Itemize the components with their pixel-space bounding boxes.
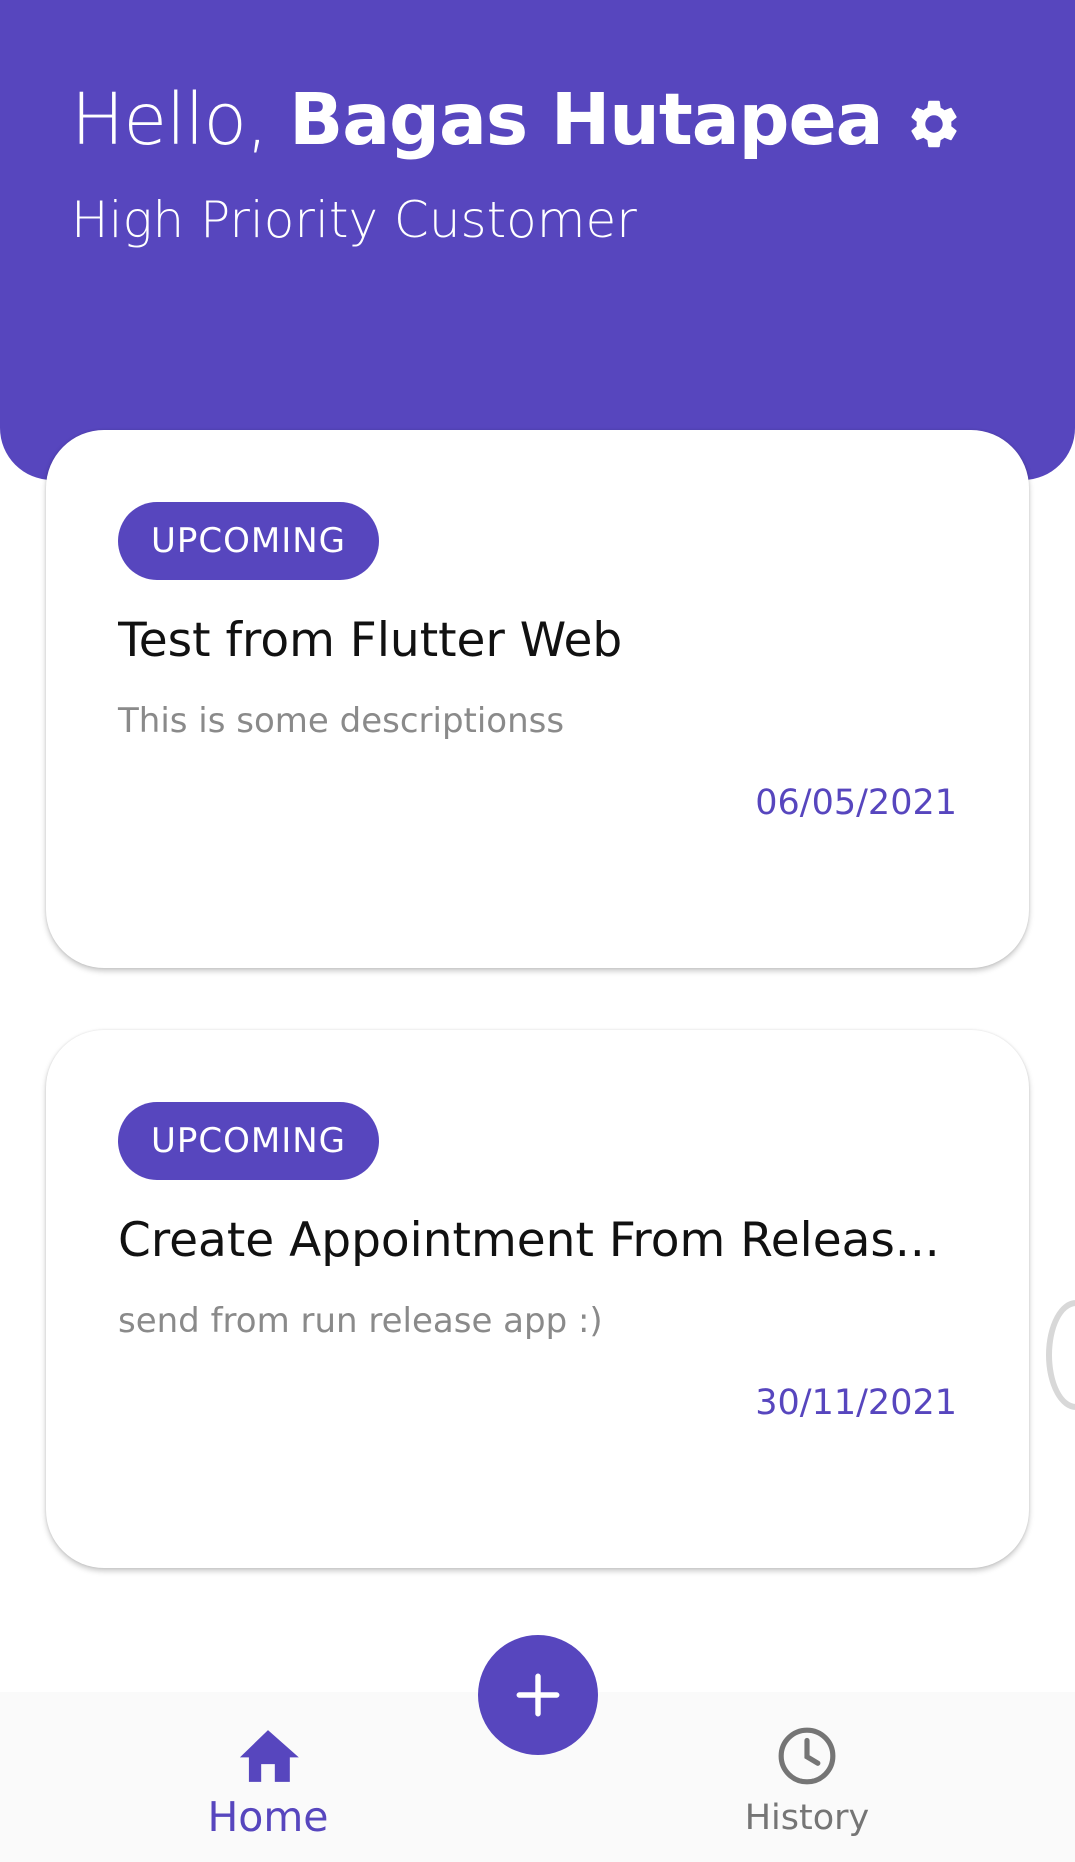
gear-icon (911, 100, 957, 148)
appointment-description: send from run release app :) (118, 1301, 603, 1341)
add-appointment-button[interactable] (478, 1635, 598, 1755)
appointment-title: Test from Flutter Web (118, 613, 623, 668)
user-name: Bagas Hutapea (289, 78, 883, 161)
greeting: Hello, Bagas Hutapea (71, 75, 884, 165)
overscroll-indicator (1046, 1300, 1075, 1410)
header: Hello, Bagas Hutapea High Priority Custo… (0, 0, 1075, 480)
clock-icon (778, 1727, 836, 1785)
nav-item-home[interactable]: Home (118, 1692, 418, 1862)
home-icon (239, 1730, 299, 1782)
appointment-date: 30/11/2021 (755, 1383, 957, 1423)
plus-icon (516, 1673, 560, 1717)
settings-button[interactable] (900, 90, 968, 158)
status-badge: UPCOMING (118, 502, 380, 580)
appointment-card[interactable]: UPCOMING Test from Flutter Web This is s… (46, 430, 1029, 968)
appointment-date: 06/05/2021 (755, 783, 957, 823)
nav-label-history: History (744, 1798, 870, 1838)
appointment-title: Create Appointment From Releas... (118, 1213, 940, 1268)
nav-item-history[interactable]: History (657, 1692, 957, 1862)
greeting-prefix: Hello, (71, 78, 290, 161)
appointment-card[interactable]: UPCOMING Create Appointment From Releas.… (46, 1030, 1029, 1568)
status-badge: UPCOMING (118, 1102, 380, 1180)
nav-label-home: Home (207, 1793, 329, 1841)
customer-priority: High Priority Customer (71, 191, 637, 249)
appointment-description: This is some descriptionss (118, 701, 565, 741)
